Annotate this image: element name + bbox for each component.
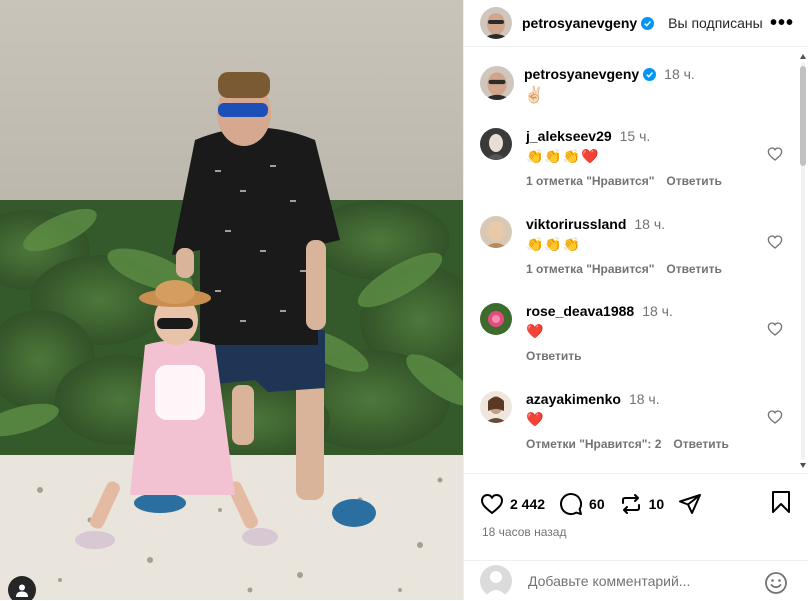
comment-time[interactable]: 18 ч. [629,391,660,407]
follow-status[interactable]: Вы подписаны [668,15,763,31]
repost-button[interactable]: 10 [619,492,665,516]
comment-item: viktorirussland 18 ч. 👏👏👏 1 отметка "Нра… [480,216,796,276]
caption-avatar[interactable] [480,66,514,100]
scroll-up-arrow[interactable] [800,54,806,59]
comments-list: petrosyanevgeny 18 ч. ✌🏻 j_alekseev29 15… [464,48,796,472]
post-panel: petrosyanevgeny Вы подписаны ••• petrosy… [463,0,808,600]
more-icon: ••• [769,12,794,34]
comment-likes[interactable]: Отметки "Нравится": 2 [526,437,661,451]
comments-scrollbar[interactable] [800,54,806,468]
post-actions: 2 442 60 10 18 часов назад [464,473,808,539]
user-tag-button[interactable] [8,576,36,600]
comment-time[interactable]: 15 ч. [620,128,651,144]
save-button[interactable] [770,490,792,519]
comments-count[interactable]: 60 [589,496,605,512]
reply-button[interactable]: Ответить [666,174,721,188]
post-image [0,0,463,600]
heart-icon[interactable] [767,234,783,250]
reply-button[interactable]: Ответить [526,349,581,363]
repost-icon [621,494,640,514]
heart-icon[interactable] [767,146,783,162]
post-photo[interactable] [0,0,463,600]
reply-button[interactable]: Ответить [673,437,728,451]
user-tag-icon [16,584,28,597]
commenter-avatar[interactable] [480,128,512,160]
heart-icon[interactable] [767,409,783,425]
current-user-avatar [480,565,512,597]
verified-icon [641,16,655,30]
add-comment-bar [464,560,808,601]
author-avatar[interactable] [480,7,512,39]
caption-username[interactable]: petrosyanevgeny [524,66,639,82]
more-options-button[interactable]: ••• [770,13,794,33]
bookmark-icon [772,491,790,513]
heart-icon[interactable] [767,321,783,337]
post-header: petrosyanevgeny Вы подписаны ••• [464,0,808,47]
comment-text: 👏👏👏❤️ [526,148,600,164]
reply-button[interactable]: Ответить [666,262,721,276]
comment-time[interactable]: 18 ч. [634,216,665,232]
author-username[interactable]: petrosyanevgeny [522,15,637,31]
like-button[interactable]: 2 442 [480,492,545,516]
verified-icon [643,67,657,81]
post-modal: petrosyanevgeny Вы подписаны ••• petrosy… [0,0,808,600]
emoji-icon [765,572,787,594]
comment-text: ❤️ [526,323,545,339]
comment-likes[interactable]: 1 отметка "Нравится" [526,174,654,188]
share-icon [679,494,702,514]
commenter-avatar[interactable] [480,303,512,335]
share-button[interactable] [678,492,702,516]
post-time[interactable]: 18 часов назад [464,518,808,539]
scroll-down-arrow[interactable] [800,463,806,468]
caption-text: ✌🏻 [524,87,544,104]
comment-time[interactable]: 18 ч. [642,303,673,319]
comment-icon [560,493,583,516]
scroll-thumb[interactable] [800,66,806,166]
reposts-count[interactable]: 10 [649,496,665,512]
emoji-button[interactable] [764,571,788,600]
commenter-username[interactable]: azayakimenko [526,391,621,407]
comment-text: ❤️ [526,411,545,427]
post-caption: petrosyanevgeny 18 ч. ✌🏻 [464,48,796,105]
comment-item: azayakimenko 18 ч. ❤️ Отметки "Нравится"… [480,391,796,451]
commenter-username[interactable]: rose_deava1988 [526,303,634,319]
commenter-username[interactable]: viktorirussland [526,216,626,232]
comment-item: j_alekseev29 15 ч. 👏👏👏❤️ 1 отметка "Нрав… [480,128,796,188]
comment-likes[interactable]: 1 отметка "Нравится" [526,262,654,276]
heart-icon [480,493,504,515]
commenter-avatar[interactable] [480,216,512,248]
caption-time[interactable]: 18 ч. [664,66,695,82]
commenter-avatar[interactable] [480,391,512,423]
commenter-username[interactable]: j_alekseev29 [526,128,612,144]
likes-count[interactable]: 2 442 [510,496,545,512]
comment-button[interactable]: 60 [559,492,605,516]
comment-item: rose_deava1988 18 ч. ❤️ Ответить [480,303,796,363]
comment-input[interactable] [526,572,750,590]
comment-text: 👏👏👏 [526,236,582,252]
